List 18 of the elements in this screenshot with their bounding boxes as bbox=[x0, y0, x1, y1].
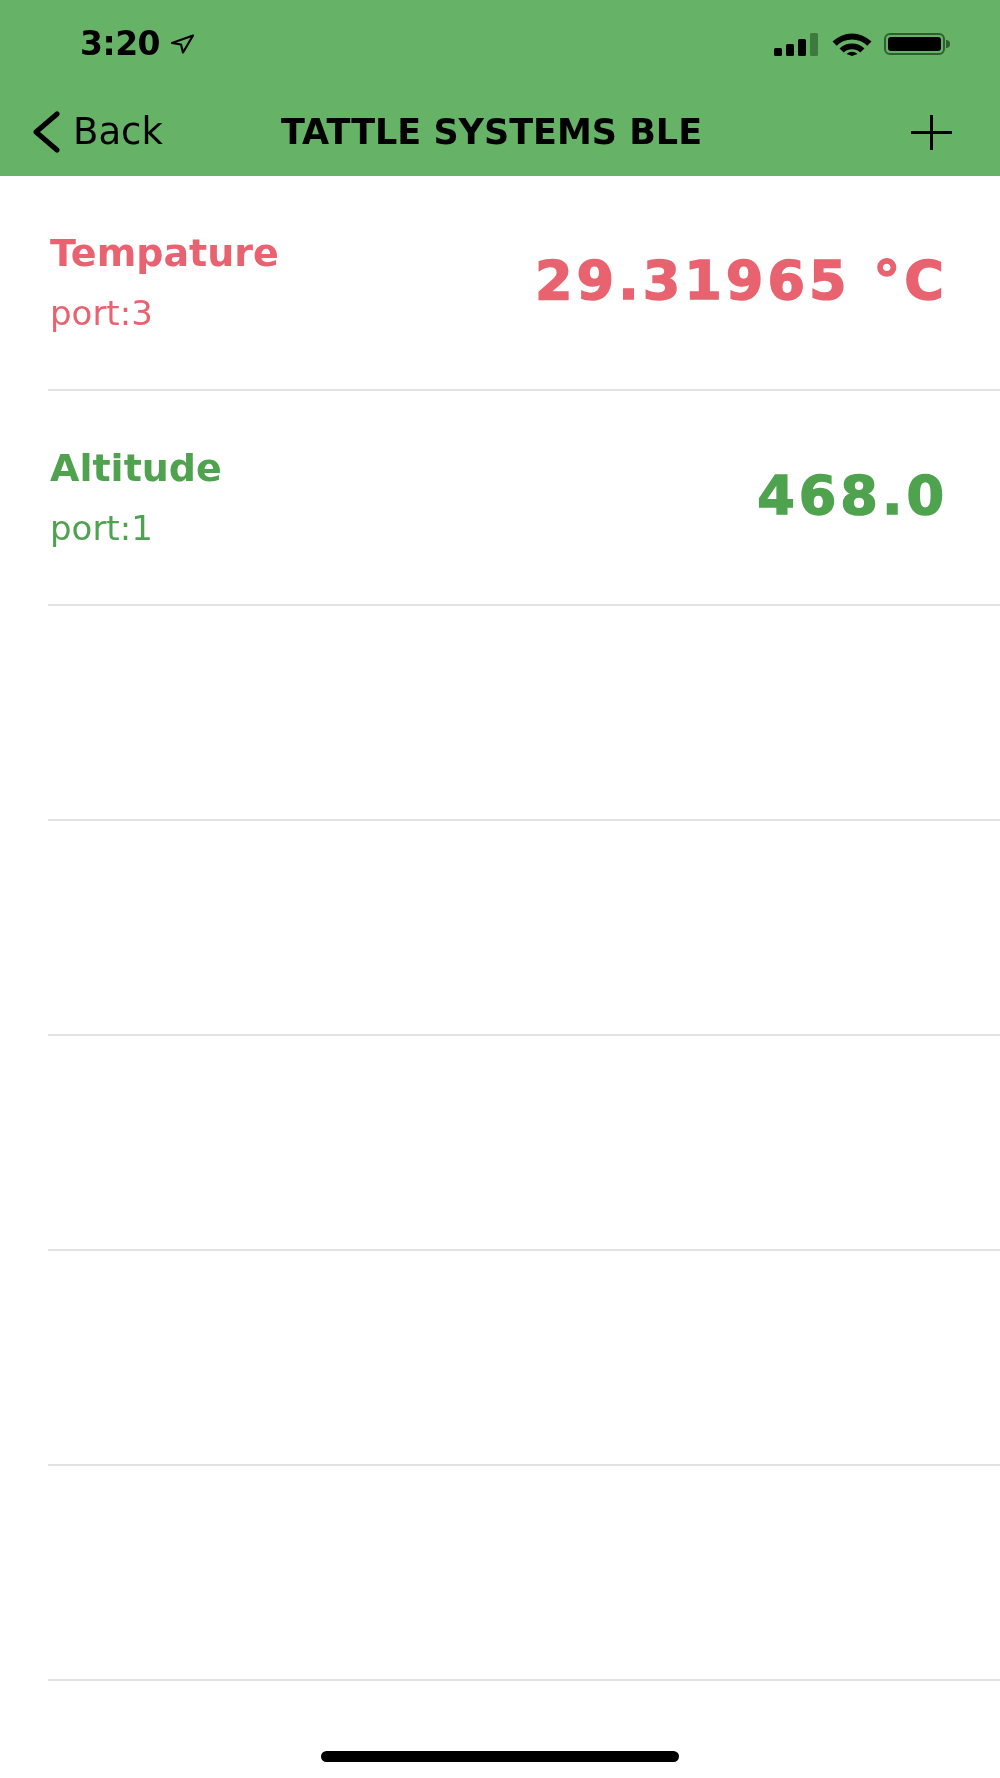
sensor-row[interactable]: Altitude port:1 468.0 bbox=[48, 391, 1000, 606]
location-arrow-icon bbox=[170, 34, 196, 54]
sensor-reading: 468.0 bbox=[757, 463, 948, 528]
screen-title: TATTLE SYSTEMS BLE bbox=[280, 111, 703, 154]
battery-icon bbox=[884, 33, 950, 55]
add-button[interactable] bbox=[911, 114, 952, 150]
sensor-port: port:3 bbox=[50, 291, 154, 335]
sensor-port: port:1 bbox=[50, 506, 154, 550]
back-button[interactable]: Back bbox=[31, 110, 163, 154]
signal-bars-icon bbox=[774, 32, 820, 56]
sensor-row[interactable]: Tempature port:3 29.31965 °C bbox=[48, 176, 1000, 391]
sensor-reading: 29.31965 °C bbox=[535, 248, 948, 313]
wifi-icon bbox=[831, 32, 873, 56]
chevron-left-icon bbox=[31, 111, 61, 153]
plus-icon bbox=[911, 114, 952, 150]
status-time: 3:20 bbox=[80, 24, 161, 64]
sensor-name: Tempature bbox=[50, 230, 279, 275]
sensor-name: Altitude bbox=[50, 445, 222, 490]
